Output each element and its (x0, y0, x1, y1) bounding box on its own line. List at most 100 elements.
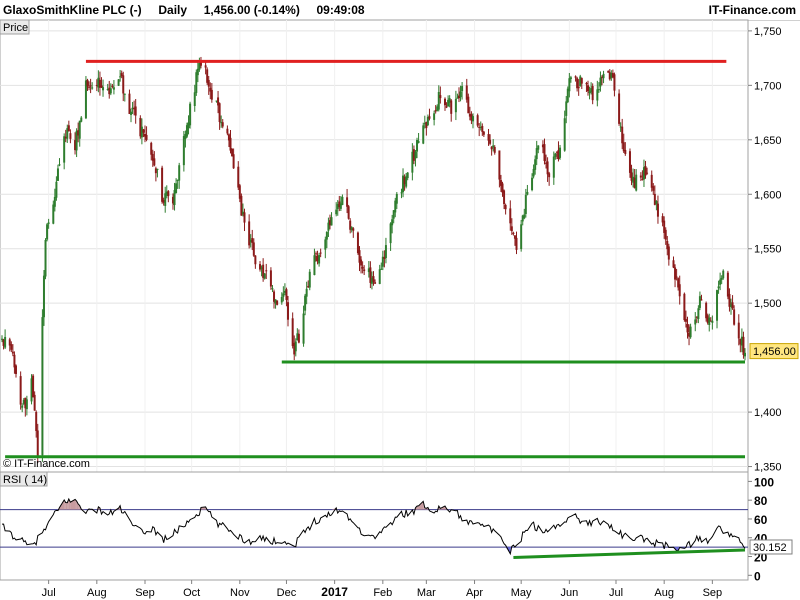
last-price-value: 1,456.00 (753, 346, 796, 358)
price-axis: 1,750 1,700 1,650 1,600 1,550 1,500 1,400 1,350 (748, 26, 782, 474)
date-tick-label: Jul (609, 587, 623, 599)
rsi-tick-label: 80 (754, 494, 768, 508)
candle-body (25, 399, 28, 410)
candle-body (67, 125, 70, 132)
candle-body (189, 103, 192, 126)
candle-body (563, 118, 566, 151)
candle-body (585, 83, 588, 85)
candle-body (678, 284, 681, 297)
price-tick-label: 1,700 (754, 80, 782, 92)
candle-body (11, 351, 14, 354)
candle-body (646, 172, 649, 174)
rsi-panel[interactable]: 100806040200 RSI ( 14) 30.152 (0, 471, 793, 583)
candle-body (53, 196, 56, 207)
candle-body (32, 375, 35, 398)
candle-body (698, 296, 701, 308)
candle-body (297, 333, 300, 343)
candle-body (280, 297, 283, 303)
candle-body (46, 224, 49, 240)
candle-body (498, 150, 501, 180)
date-tick-label: 2017 (321, 585, 348, 599)
candle-body (347, 206, 350, 219)
candle-body (356, 232, 359, 254)
candle-body (313, 255, 316, 276)
candle-body (21, 405, 24, 408)
candle-body (672, 260, 675, 268)
candle-body (439, 95, 442, 99)
candle-body (58, 164, 61, 166)
candle-body (655, 201, 658, 204)
candle-body (204, 65, 207, 68)
candle-body (259, 264, 262, 270)
rsi-tick-label: 60 (754, 513, 768, 527)
candle-body (520, 224, 523, 250)
date-tick-label: Feb (373, 587, 392, 599)
candle-body (546, 161, 549, 175)
candle-body (656, 203, 659, 217)
candle-body (684, 319, 687, 322)
candle-body (89, 85, 92, 87)
candle-body (134, 106, 137, 116)
candle-body (509, 208, 512, 224)
candle-body (599, 77, 602, 87)
date-tick-label: Jul (42, 587, 56, 599)
candle-body (335, 209, 338, 215)
candle-body (574, 76, 577, 78)
candle-body (63, 136, 66, 163)
candle-body (717, 286, 720, 289)
candle-body (503, 190, 506, 205)
candle-body (437, 92, 440, 110)
price-tick-label: 1,650 (754, 135, 782, 147)
candle-body (285, 289, 288, 300)
candle-body (613, 74, 616, 91)
candle-body (325, 231, 328, 240)
candle-body (389, 223, 392, 244)
candle-body (548, 173, 551, 178)
candle-body (515, 237, 518, 250)
candle-body (510, 226, 513, 232)
date-axis: Jul Aug Sep Oct Nov Dec 2017 Feb Mar Apr May Jun Jul… (42, 580, 722, 599)
candle-body (628, 151, 631, 173)
candle-body (622, 142, 625, 152)
price-tick-label: 1,350 (754, 462, 782, 474)
candle-body (652, 186, 655, 191)
candle-body (252, 242, 255, 256)
candle-body (378, 269, 381, 284)
candle-body (471, 116, 474, 122)
candle-body (145, 134, 148, 140)
candle-body (175, 183, 178, 193)
candle-body (697, 308, 700, 320)
candle-body (650, 174, 653, 188)
date-tick-label: May (511, 587, 532, 599)
candle-body (489, 139, 492, 144)
candle-body (282, 293, 285, 297)
date-tick-label: Aug (654, 587, 674, 599)
date-tick-label: Jun (560, 587, 578, 599)
candle-body (178, 165, 181, 181)
candle-body (523, 214, 526, 219)
candle-body (142, 129, 145, 133)
price-panel[interactable]: 1,750 1,700 1,650 1,600 1,550 1,500 1,400 1,350… (0, 19, 799, 474)
candle-body (291, 318, 294, 347)
candle-body (42, 275, 45, 318)
candle-body (119, 76, 122, 78)
candle-body (305, 288, 308, 297)
candle-body (14, 365, 17, 374)
candle-body (689, 326, 692, 338)
candle-body (314, 253, 317, 255)
candle-body (675, 276, 678, 278)
stock-chart[interactable]: 1,750 1,700 1,650 1,600 1,550 1,500 1,400 1,350… (0, 0, 800, 600)
candle-body (287, 302, 290, 320)
candle-body (459, 91, 462, 98)
candle-body (237, 166, 240, 188)
last-price-badge: 1,456.00 (749, 343, 799, 360)
candle-body (482, 131, 485, 135)
rsi-value-badge: 30.152 (749, 539, 793, 555)
rsi-last-value: 30.152 (753, 542, 787, 554)
candle-body (254, 255, 257, 265)
candle-body (597, 89, 600, 91)
date-tick-label: Nov (230, 587, 250, 599)
candle-body (618, 93, 621, 124)
price-panel-label: Price (3, 22, 28, 34)
candle-body (726, 272, 729, 297)
